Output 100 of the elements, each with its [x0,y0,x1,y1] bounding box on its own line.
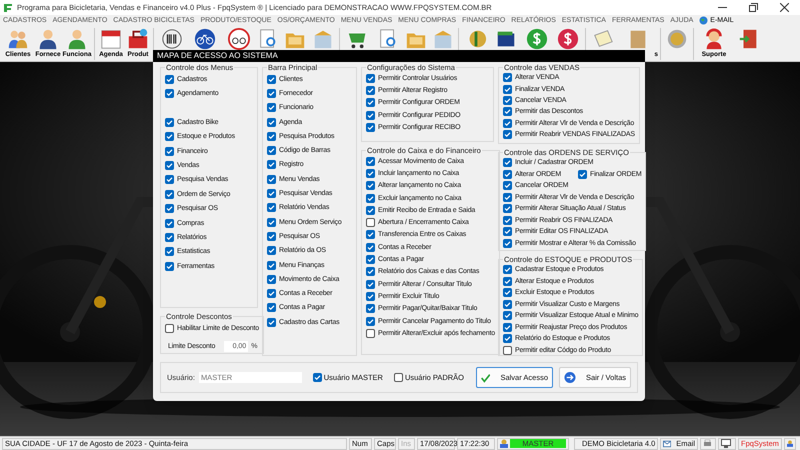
checkbox[interactable] [503,130,512,140]
checkbox[interactable] [267,246,276,256]
checkbox[interactable] [267,132,276,141]
arrow-circle-icon [564,371,576,384]
checkbox[interactable] [165,262,174,271]
checkbox[interactable] [503,181,512,190]
checkbox[interactable] [366,156,375,166]
checkbox[interactable] [267,118,276,127]
checkbox[interactable] [267,232,276,241]
coin-icon [666,28,688,50]
checkbox[interactable] [503,170,512,179]
checkbox[interactable] [503,118,512,128]
checkbox[interactable] [267,103,276,112]
checkbox[interactable] [503,192,512,202]
checkbox[interactable] [366,74,375,83]
envelope-icon [663,439,672,448]
checkbox[interactable] [312,373,322,382]
checkbox[interactable] [366,98,375,108]
app-icon [3,2,13,12]
dollar-icon [526,28,548,50]
checkbox[interactable] [267,218,276,227]
checkbox[interactable] [165,218,174,228]
checkbox[interactable] [366,280,375,289]
checkbox[interactable] [165,232,174,242]
checkbox[interactable] [267,260,276,270]
checkbox[interactable] [165,74,174,84]
checkbox[interactable] [267,146,276,156]
checkbox[interactable] [267,303,276,312]
checkbox[interactable] [267,274,276,284]
checkbox[interactable] [267,189,276,198]
checkbox[interactable] [503,276,512,286]
user-icon [787,439,793,448]
checkbox[interactable] [165,175,174,184]
checkbox[interactable] [503,227,512,236]
box-icon [312,28,334,50]
checkbox[interactable] [366,242,375,252]
checkbox[interactable] [165,118,174,127]
dialog-title: MAPA DE ACESSO AO SISTEMA [157,52,278,60]
checkbox[interactable] [366,181,375,190]
checkbox[interactable] [366,255,375,264]
checkbox[interactable] [503,96,512,105]
user-icon [500,439,508,448]
calendar-icon [100,28,122,50]
checkbox[interactable] [503,322,512,332]
checkbox[interactable] [503,107,512,116]
checkbox[interactable] [267,160,276,170]
checkbox[interactable] [165,132,174,142]
checkbox[interactable] [267,203,276,212]
checkbox[interactable] [366,218,375,228]
checkbox[interactable] [503,311,512,320]
box-icon [432,28,454,50]
person-icon [37,28,59,50]
checkbox[interactable] [503,73,512,82]
checkbox[interactable] [165,204,174,214]
checkbox[interactable] [366,304,375,314]
checkbox[interactable] [366,206,375,215]
toolbox-icon [127,28,149,50]
checkbox[interactable] [503,288,512,298]
checkbox[interactable] [366,292,375,301]
globe-icon [699,16,708,25]
monitor-icon [721,439,731,448]
checkbox[interactable] [165,247,174,256]
checkbox[interactable] [503,84,512,94]
checkmark-icon [481,372,490,384]
checkbox[interactable] [267,88,276,98]
checkbox[interactable] [366,110,375,120]
checkbox[interactable] [165,161,174,170]
checkbox[interactable] [165,89,174,98]
restore-icon[interactable] [749,3,758,12]
checkbox[interactable] [578,170,587,179]
checkbox[interactable] [503,334,512,344]
checkbox[interactable] [366,168,375,178]
checkbox[interactable] [165,324,174,333]
checkbox[interactable] [366,194,375,203]
support-icon [703,28,725,50]
checkbox[interactable] [267,318,276,327]
checkbox[interactable] [165,146,174,156]
checkbox[interactable] [165,190,174,199]
people-icon [7,28,29,50]
checkbox[interactable] [503,238,512,248]
checkbox[interactable] [366,328,375,338]
printer-icon [703,439,712,448]
checkbox[interactable] [366,316,375,326]
checkbox[interactable] [366,230,375,240]
checkbox[interactable] [503,204,512,214]
checkbox[interactable] [503,265,512,274]
checkbox[interactable] [503,346,512,355]
checkbox[interactable] [366,86,375,96]
dollar-icon [557,28,579,50]
checkbox[interactable] [394,373,403,382]
checkbox[interactable] [503,216,512,225]
checkbox[interactable] [503,300,512,309]
checkbox[interactable] [366,267,375,276]
checkbox[interactable] [267,174,276,184]
person-icon [66,28,88,50]
checkbox[interactable] [366,123,375,132]
checkbox[interactable] [267,289,276,298]
checkbox[interactable] [503,158,512,168]
close-icon[interactable] [780,3,789,12]
checkbox[interactable] [267,74,276,84]
